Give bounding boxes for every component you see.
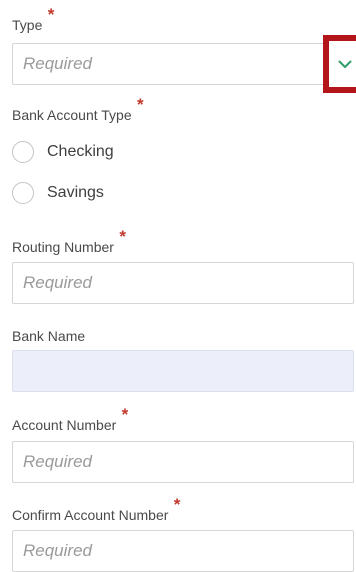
required-mark: * <box>119 227 126 246</box>
checking-label: Checking <box>47 143 114 160</box>
confirm-account-number-label: Confirm Account Number * <box>12 495 181 523</box>
radio-option-savings[interactable]: Savings <box>12 182 104 204</box>
savings-radio[interactable] <box>12 182 34 204</box>
savings-label: Savings <box>47 184 104 201</box>
type-dropdown-button[interactable] <box>323 35 356 93</box>
confirm-account-number-input[interactable]: Required <box>12 530 354 572</box>
required-mark: * <box>173 495 181 514</box>
account-number-label: Account Number * <box>12 405 129 433</box>
bank-name-input <box>12 350 354 392</box>
checking-radio[interactable] <box>12 141 34 163</box>
radio-option-checking[interactable]: Checking <box>12 141 114 163</box>
chevron-down-icon <box>338 60 351 68</box>
bank-name-label: Bank Name <box>12 328 86 344</box>
required-mark: * <box>136 95 144 114</box>
account-number-input[interactable]: Required <box>12 441 354 483</box>
required-mark: * <box>47 5 55 24</box>
type-label: Type * <box>12 5 55 33</box>
routing-number-label: Routing Number * <box>12 227 126 255</box>
type-input[interactable]: Required <box>12 43 354 85</box>
required-mark: * <box>121 405 129 424</box>
routing-number-input[interactable]: Required <box>12 262 354 304</box>
bank-account-type-label: Bank Account Type * <box>12 95 144 123</box>
type-select[interactable]: Required <box>12 35 356 93</box>
